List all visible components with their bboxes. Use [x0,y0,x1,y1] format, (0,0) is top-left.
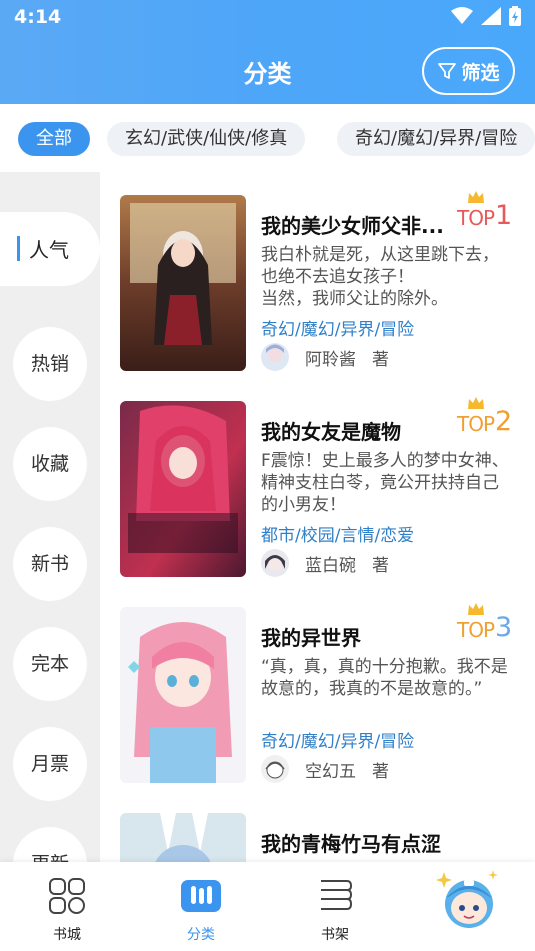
avatar [261,755,289,783]
book-cover[interactable] [120,401,246,577]
book-description: F震惊！史上最多人的梦中女神、精神支柱白苓，竟公开扶持自己的小男友！ [261,451,509,515]
sidebar-item-completed[interactable]: 完本 [13,627,87,701]
bookshelf-icon [321,880,353,910]
book-title[interactable]: 我的美少女师父非... [261,210,456,239]
book-author: 阿聆酱 著 [261,343,389,371]
book-description: “真，真，真的十分抱歉。我不是故意的，我真的不是故意的。” [261,657,508,699]
book-author: 空幻五 著 [261,755,389,783]
rank-number: 1 [495,200,513,231]
grid-icon [49,878,85,914]
sidebar-item-monthly-votes[interactable]: 月票 [13,727,87,801]
avatar [261,343,289,371]
battery-icon [509,6,521,26]
crown-icon [468,603,484,615]
tab-mascot[interactable] [402,862,535,951]
rank-top: TOP [457,206,495,230]
chip-all[interactable]: 全部 [18,122,90,156]
rank-number: 3 [495,612,513,643]
author-name: 阿聆酱 [305,349,356,370]
tab-label: 书架 [321,927,349,943]
author-name: 蓝白碗 [305,555,356,576]
crown-icon [468,191,484,203]
sidebar-item-new-books[interactable]: 新书 [13,527,87,601]
status-time: 4:14 [14,6,62,28]
rank-top: TOP [457,412,495,436]
header: 4:14 分类 筛选 [0,0,535,104]
book-list: 我的美少女师父非... TOP 1 我白朴就是死，从这里跳下去，也绝不去追女孩子… [100,172,535,862]
rank-badge: TOP 2 [457,396,515,437]
author-suffix: 著 [372,349,389,370]
book-tags[interactable]: 都市/校园/言情/恋爱 [261,521,414,546]
mascot-icon [436,870,498,928]
category-icon [181,880,221,912]
bottom-tab-bar: 书城 分类 书架 [0,862,535,951]
filter-button[interactable]: 筛选 [422,47,515,95]
book-cover[interactable] [120,607,246,783]
sidebar-item-updates[interactable]: 更新 [13,827,87,862]
book-description: 我白朴就是死，从这里跳下去，也绝不去追女孩子！ 当然，我师父让的除外。 [261,245,499,309]
author-suffix: 著 [372,555,389,576]
book-item[interactable]: 我的美少女师父非... TOP 1 我白朴就是死，从这里跳下去，也绝不去追女孩子… [100,172,535,372]
book-author: 蓝白碗 著 [261,549,389,577]
category-chips: 全部 玄幻/武侠/仙侠/修真 奇幻/魔幻/异界/冒险 [0,104,535,172]
book-item[interactable]: 我的异世界 TOP 3 “真，真，真的十分抱歉。我不是故意的，我真的不是故意的。… [100,584,535,784]
book-tags[interactable]: 奇幻/魔幻/异界/冒险 [261,315,414,340]
rank-number: 2 [495,406,513,437]
chip-qihuan[interactable]: 奇幻/魔幻/异界/冒险 [337,122,535,156]
tab-bookshelf[interactable]: 书架 [268,862,402,951]
rank-badge: TOP 3 [457,602,515,643]
sidebar-item-label: 人气 [29,238,69,262]
book-title[interactable]: 我的青梅竹马有点涩 [261,828,501,857]
book-tags[interactable]: 奇幻/魔幻/异界/冒险 [261,727,414,752]
book-title[interactable]: 我的女友是魔物 [261,416,456,445]
rank-top: TOP [457,618,495,642]
book-item[interactable]: 我的青梅竹马有点涩 [100,790,535,862]
tab-label: 书城 [53,927,81,943]
filter-label: 筛选 [461,61,500,84]
sidebar-item-popular[interactable]: 人气 [0,212,100,286]
status-icons [451,6,521,26]
avatar [261,549,289,577]
sidebar-item-favorites[interactable]: 收藏 [13,427,87,501]
book-item[interactable]: 我的女友是魔物 TOP 2 F震惊！史上最多人的梦中女神、精神支柱白苓，竟公开扶… [100,378,535,578]
book-title[interactable]: 我的异世界 [261,622,456,651]
sidebar: 人气 热销 收藏 新书 完本 月票 更新 [0,172,100,862]
signal-icon [481,7,501,25]
tab-label: 分类 [187,927,215,943]
book-cover[interactable] [120,195,246,371]
rank-badge: TOP 1 [457,190,515,231]
filter-icon [438,63,457,79]
tab-category[interactable]: 分类 [134,862,268,951]
tab-bookstore[interactable]: 书城 [0,862,134,951]
author-name: 空幻五 [305,761,356,782]
active-indicator [17,236,20,261]
sidebar-item-hot-sales[interactable]: 热销 [13,327,87,401]
crown-icon [468,397,484,409]
book-cover[interactable] [120,813,246,862]
chip-xuanhuan[interactable]: 玄幻/武侠/仙侠/修真 [107,122,306,156]
author-suffix: 著 [372,761,389,782]
wifi-icon [451,7,473,24]
